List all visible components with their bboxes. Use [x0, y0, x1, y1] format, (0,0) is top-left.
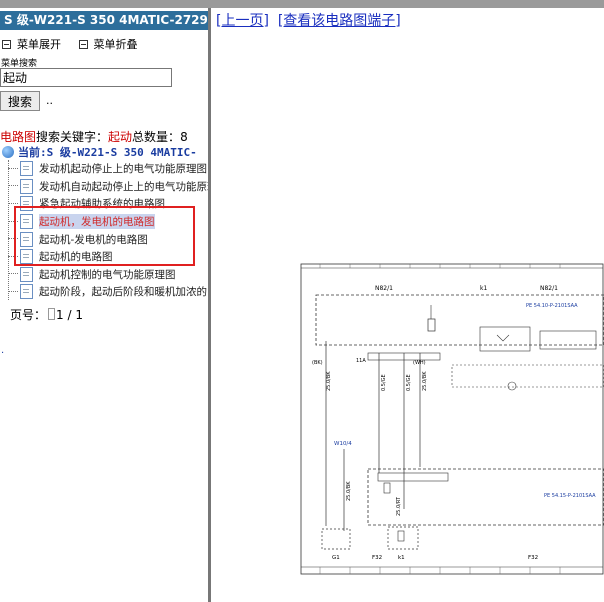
menu-expand-button[interactable]: 菜单展开: [2, 36, 61, 52]
result-category: 电路图: [0, 130, 37, 144]
result-text-keyword-label: 搜索关键字：: [36, 130, 109, 144]
highlight-annotation-box: [14, 206, 195, 266]
result-text-count-label: 总数量：: [132, 130, 181, 144]
stray-dot: .: [1, 345, 5, 356]
result-keyword: 起动: [108, 130, 133, 144]
diagram-label: F32: [372, 555, 382, 561]
search-input[interactable]: [0, 68, 172, 87]
diagram-label: W10/4: [334, 441, 352, 447]
diagram-label: 0.5/GE: [381, 374, 387, 391]
diagram-label: 11A: [356, 358, 366, 364]
diagram-label: F32: [528, 555, 538, 561]
document-icon: [20, 266, 33, 282]
tree-item[interactable]: 起动机控制的电气功能原理图: [8, 266, 208, 284]
diagram-label: N82/1: [540, 285, 558, 292]
document-icon: [20, 178, 33, 194]
diagram-label: 0.5/GE: [406, 374, 412, 391]
document-icon: [20, 161, 33, 177]
tree-item[interactable]: 发动机自动起动停止上的电气功能原理: [8, 178, 208, 196]
search-result-summary: 电路图搜索关键字：起动总数量：8: [0, 128, 188, 145]
prev-page-link[interactable]: [上一页]: [216, 13, 269, 29]
menu-collapse-label: 菜单折叠: [93, 38, 138, 51]
current-vehicle-node[interactable]: 当前:S 级-W221-S 350 4MATIC-: [2, 144, 197, 160]
menu-toggle-row: 菜单展开 菜单折叠: [2, 36, 152, 52]
collapse-box-icon: [78, 39, 88, 49]
diagram-label: 25.0/RT: [396, 496, 402, 516]
pager-label: 页号：: [10, 308, 47, 322]
collapse-box-icon: [2, 39, 11, 49]
tree-item[interactable]: 发动机起动停止上的电气功能原理图: [8, 160, 208, 178]
top-links: [上一页] [查看该电路图端子]: [216, 10, 401, 30]
menu-expand-label: 菜单展开: [17, 38, 61, 51]
view-terminal-link[interactable]: [查看该电路图端子]: [278, 13, 401, 29]
menu-collapse-button[interactable]: 菜单折叠: [78, 36, 138, 52]
document-icon: [20, 284, 33, 300]
diagram-reference: PE 54.15-P-2101SAA: [544, 493, 596, 499]
tree-item-label: 发动机自动起动停止上的电气功能原理: [39, 180, 208, 193]
search-button[interactable]: 搜索: [0, 91, 40, 111]
diagram-label: (WH): [413, 360, 426, 366]
diagram-label: G1: [332, 555, 340, 561]
left-panel: S 级-W221-S 350 4MATIC-272975-C 菜单展开 菜单折叠…: [0, 8, 208, 602]
globe-icon: [2, 146, 14, 158]
panel-title: S 级-W221-S 350 4MATIC-272975-C: [0, 11, 208, 30]
diagram-label: N82/1: [375, 285, 393, 292]
page-input-box[interactable]: [48, 308, 56, 320]
search-dots: ..: [46, 94, 53, 107]
pager-value: 1 / 1: [56, 308, 83, 322]
wiring-diagram: N82/1 k1 N82/1 PE 54.10-P-2101SAA (BK) (…: [300, 263, 604, 575]
result-count: 8: [180, 130, 188, 144]
tree-item-label: 起动机控制的电气功能原理图: [39, 268, 176, 281]
pager: 页号： 1 / 1: [10, 306, 83, 323]
current-vehicle-label: 当前:S 级-W221-S 350 4MATIC-: [18, 146, 197, 159]
diagram-label: k1: [480, 285, 487, 292]
diagram-label: 25.0/BK: [422, 371, 428, 391]
diagram-label: 25.0/BK: [346, 481, 352, 501]
diagram-reference: PE 54.10-P-2101SAA: [526, 303, 578, 309]
window-top-strip: [0, 0, 604, 8]
tree-item-label: 起动阶段，起动后阶段和暖机加浓的: [39, 286, 207, 299]
tree-item-label: 发动机起动停止上的电气功能原理图: [39, 163, 207, 176]
tree-item[interactable]: 起动阶段，起动后阶段和暖机加浓的: [8, 283, 208, 301]
diagram-label: k1: [398, 555, 405, 561]
diagram-label: (BK): [312, 360, 323, 366]
right-panel: [上一页] [查看该电路图端子] N82/1 k1 N82/1 PE 54.10…: [211, 8, 604, 602]
diagram-label: 25.0/BK: [326, 371, 332, 391]
